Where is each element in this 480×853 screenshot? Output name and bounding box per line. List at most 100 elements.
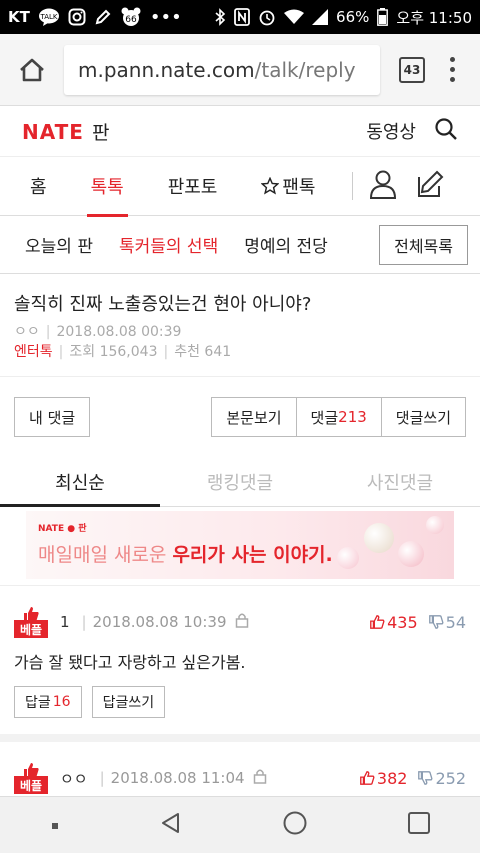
comment-item: 베플 1 | 2018.08.08 10:39 435 54 가슴 잘 됐다고 … xyxy=(0,586,480,742)
sub-talker-choice[interactable]: 톡커들의 선택 xyxy=(106,232,231,257)
video-link[interactable]: 동영상 xyxy=(366,118,416,144)
banner-text-bold: 우리가 사는 이야기. xyxy=(172,544,333,566)
home-icon xyxy=(20,58,44,81)
reply-count: 16 xyxy=(52,694,71,710)
back-icon xyxy=(161,813,179,833)
sub-hall-of-fame[interactable]: 명예의 전당 xyxy=(231,232,341,257)
upvote-button[interactable]: 382 xyxy=(359,769,407,788)
search-button[interactable] xyxy=(434,117,458,146)
nav-fantalk-label: 팬톡 xyxy=(282,177,316,198)
sub-nav: 오늘의 판 톡커들의 선택 명예의 전당 전체목록 xyxy=(0,216,480,274)
dot-icon xyxy=(51,822,58,829)
post-meta: ㅇㅇ | 2018.08.08 00:39 xyxy=(14,324,182,340)
profile-button[interactable] xyxy=(369,169,397,203)
search-icon xyxy=(435,117,457,140)
main-nav: 홈 톡톡 판포토 팬톡 xyxy=(0,156,480,217)
url-path: /talk/reply xyxy=(254,57,356,82)
views-count: 156,043 xyxy=(99,344,158,360)
back-button[interactable] xyxy=(159,811,183,839)
tab-ranking[interactable]: 랭킹댓글 xyxy=(160,457,320,506)
comment-actions: 내 댓글 본문보기 댓글 213 댓글쓰기 xyxy=(0,377,480,437)
write-comment-button[interactable]: 댓글쓰기 xyxy=(381,397,466,437)
home-nav-button[interactable] xyxy=(282,810,308,840)
battery-icon xyxy=(377,8,389,26)
talk-icon: TALK xyxy=(38,8,60,26)
clock: 오후 11:50 xyxy=(396,8,472,27)
nate-pann-logo[interactable]: NATE 판 xyxy=(22,118,109,145)
browser-toolbar: m.pann.nate.com/talk/reply 43 xyxy=(0,34,480,106)
lock-icon xyxy=(235,613,248,628)
circle-home-icon xyxy=(283,811,306,835)
logo-nate: NATE xyxy=(22,119,84,144)
comment-datetime: 2018.08.08 11:04 xyxy=(110,769,245,787)
nav-home[interactable]: 홈 xyxy=(14,156,63,216)
pearl-decoration xyxy=(337,547,359,569)
tab-latest[interactable]: 최신순 xyxy=(0,457,160,507)
reply-count-button[interactable]: 답글 16 xyxy=(14,686,82,718)
pencil-icon xyxy=(94,8,112,26)
upvote-button[interactable]: 435 xyxy=(369,613,418,632)
downvote-count: 54 xyxy=(445,612,466,632)
comments-count-button[interactable]: 댓글 213 xyxy=(296,397,382,437)
post-title: 솔직히 진짜 노출증있는건 현아 아니야? xyxy=(14,294,312,315)
best-label: 베플 xyxy=(14,620,48,638)
recommend-count: 641 xyxy=(204,344,232,360)
downvote-button[interactable]: 252 xyxy=(417,769,466,788)
ad-banner[interactable]: NATE ● 판 매일매일 새로운 우리가 사는 이야기. xyxy=(26,511,454,579)
comment-list: 베플 1 | 2018.08.08 10:39 435 54 가슴 잘 됐다고 … xyxy=(0,585,480,810)
comment-author: 1 xyxy=(60,613,70,631)
pearl-decoration xyxy=(398,541,424,567)
post-stats: 엔터톡 | 조회 156,043 | 추천 641 xyxy=(14,344,232,360)
square-overview-icon xyxy=(407,812,430,834)
browser-menu-button[interactable] xyxy=(434,48,470,92)
report-button[interactable] xyxy=(235,612,249,632)
write-reply-button[interactable]: 답글쓰기 xyxy=(91,686,166,718)
badge-app-icon: 66 xyxy=(120,7,142,27)
tab-count: 43 xyxy=(399,56,425,83)
write-post-button[interactable] xyxy=(415,169,445,203)
battery-percent: 66% xyxy=(336,8,370,26)
my-comments-button[interactable]: 내 댓글 xyxy=(14,397,91,437)
url-bar[interactable]: m.pann.nate.com/talk/reply xyxy=(64,44,380,95)
logo-pan: 판 xyxy=(91,121,110,144)
alarm-icon xyxy=(258,8,276,26)
post-author: ㅇㅇ xyxy=(14,324,40,340)
downvote-count: 252 xyxy=(435,768,466,788)
user-icon xyxy=(369,170,396,199)
carrier-label: KT xyxy=(8,8,30,26)
nav-toktok[interactable]: 톡톡 xyxy=(75,156,140,217)
best-label: 베플 xyxy=(14,776,48,794)
more-dots: ••• xyxy=(149,6,182,28)
signal-icon xyxy=(312,9,329,25)
svg-text:TALK: TALK xyxy=(39,13,57,21)
home-button[interactable] xyxy=(10,48,54,92)
sub-today[interactable]: 오늘의 판 xyxy=(12,232,106,257)
url-host: m.pann.nate.com xyxy=(78,57,255,82)
tab-photo[interactable]: 사진댓글 xyxy=(320,457,480,506)
lock-icon xyxy=(253,769,266,784)
nav-fantalk[interactable]: 팬톡 xyxy=(245,156,331,216)
view-body-button[interactable]: 본문보기 xyxy=(211,397,297,437)
recent-dot-button[interactable] xyxy=(50,816,60,835)
post-category[interactable]: 엔터톡 xyxy=(14,344,53,360)
comment-author: ㅇㅇ xyxy=(60,769,88,788)
pearl-decoration xyxy=(364,523,394,553)
report-button[interactable] xyxy=(253,768,267,788)
recommend-label: 추천 xyxy=(174,344,200,360)
instagram-icon xyxy=(68,8,86,26)
pearl-decoration xyxy=(426,516,444,534)
nav-panphoto[interactable]: 판포토 xyxy=(152,156,234,216)
android-nav-bar xyxy=(0,796,480,853)
thumb-up-icon xyxy=(360,771,375,785)
all-list-button[interactable]: 전체목록 xyxy=(379,224,468,265)
thumb-up-icon xyxy=(370,615,385,629)
comments-count: 213 xyxy=(338,408,367,426)
wifi-icon xyxy=(284,9,305,25)
overview-button[interactable] xyxy=(407,811,431,839)
thumb-down-icon xyxy=(418,771,433,785)
nav-divider xyxy=(351,172,353,200)
views-label: 조회 xyxy=(69,344,96,360)
downvote-button[interactable]: 54 xyxy=(428,613,466,632)
tab-switcher-button[interactable]: 43 xyxy=(390,48,434,92)
thumb-down-icon xyxy=(428,615,444,629)
